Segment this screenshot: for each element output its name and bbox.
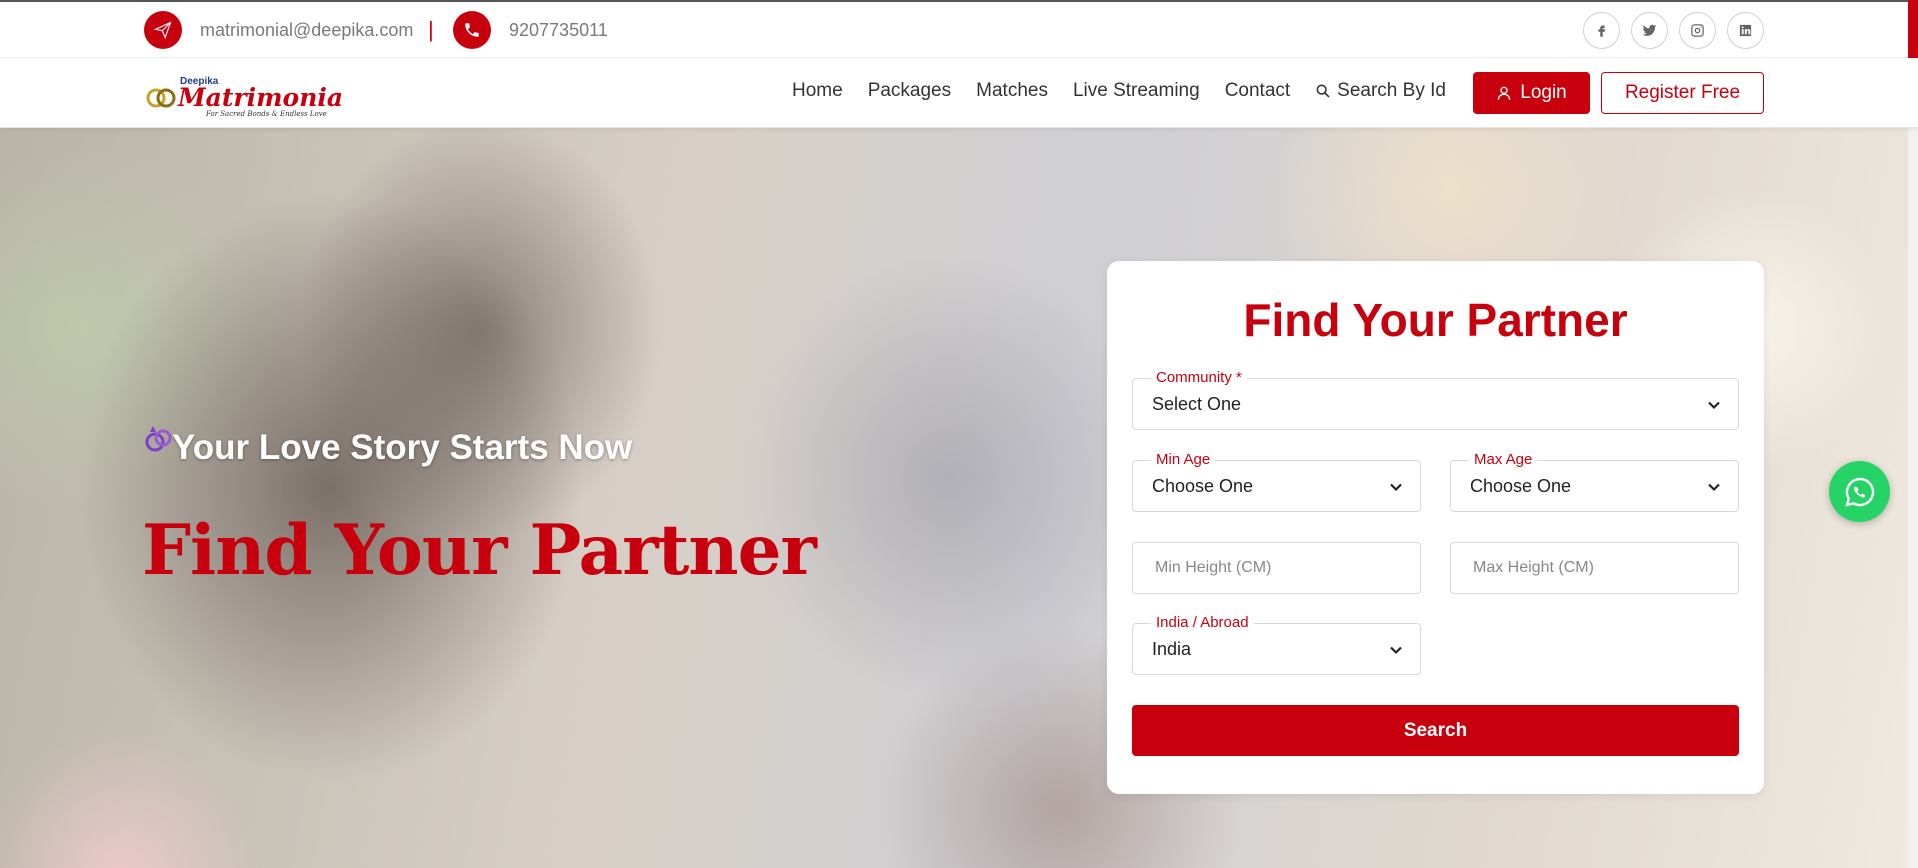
whatsapp-button[interactable] bbox=[1829, 461, 1890, 522]
phone-text[interactable]: 9207735011 bbox=[509, 20, 608, 41]
page: matrimonial@deepika.com | 9207735011 Dee… bbox=[0, 0, 1918, 868]
logo-name-text: Matrimonial bbox=[177, 83, 344, 112]
nav-links: Home Packages Matches Live Streaming Con… bbox=[792, 80, 1471, 102]
chevron-down-icon bbox=[1390, 646, 1402, 655]
max-height-field[interactable] bbox=[1450, 542, 1739, 594]
top-contact-bar: matrimonial@deepika.com | 9207735011 bbox=[0, 0, 1918, 58]
register-free-button[interactable]: Register Free bbox=[1601, 72, 1764, 114]
logo-tagline-text: For Sacred Bonds & Endless Love bbox=[205, 110, 327, 118]
linkedin-icon[interactable] bbox=[1727, 12, 1764, 49]
min-age-label: Min Age bbox=[1151, 451, 1216, 468]
user-icon bbox=[1497, 86, 1511, 100]
community-select[interactable]: Community * Select One bbox=[1132, 369, 1739, 430]
min-height-field[interactable] bbox=[1132, 542, 1421, 594]
login-button[interactable]: Login bbox=[1473, 72, 1590, 114]
page-scrollbar[interactable] bbox=[1908, 0, 1918, 868]
max-height-input[interactable] bbox=[1451, 543, 1738, 593]
india-abroad-label: India / Abroad bbox=[1151, 614, 1254, 631]
whatsapp-icon bbox=[1844, 477, 1874, 507]
twitter-icon[interactable] bbox=[1631, 12, 1668, 49]
chevron-down-icon bbox=[1390, 483, 1402, 492]
max-age-label: Max Age bbox=[1469, 451, 1538, 468]
facebook-icon[interactable] bbox=[1583, 12, 1620, 49]
nav-matches[interactable]: Matches bbox=[976, 80, 1048, 102]
phone-contact[interactable]: 9207735011 bbox=[453, 11, 608, 49]
nav-packages[interactable]: Packages bbox=[868, 80, 951, 102]
max-age-value: Choose One bbox=[1470, 476, 1572, 496]
min-age-select[interactable]: Min Age Choose One bbox=[1132, 451, 1421, 512]
nav-search-by-id-label: Search By Id bbox=[1337, 80, 1446, 101]
search-icon bbox=[1316, 84, 1330, 98]
login-button-label: Login bbox=[1520, 82, 1567, 103]
paper-plane-icon bbox=[144, 11, 182, 49]
hero-title: Find Your Partner bbox=[142, 510, 817, 591]
community-value: Select One bbox=[1152, 394, 1242, 414]
nav-live-streaming[interactable]: Live Streaming bbox=[1073, 80, 1200, 102]
max-age-select[interactable]: Max Age Choose One bbox=[1450, 451, 1739, 512]
min-age-value: Choose One bbox=[1152, 476, 1254, 496]
chevron-down-icon bbox=[1708, 401, 1720, 410]
contact-separator: | bbox=[428, 17, 434, 42]
hero-tagline-text: Your Love Story Starts Now bbox=[172, 428, 633, 467]
chevron-down-icon bbox=[1708, 483, 1720, 492]
india-abroad-select[interactable]: India / Abroad India bbox=[1132, 614, 1421, 675]
partner-search-card: Find Your Partner Community * Select One… bbox=[1107, 261, 1764, 794]
india-abroad-value: India bbox=[1152, 639, 1192, 659]
hero-tagline: Your Love Story Starts Now bbox=[142, 426, 633, 468]
instagram-icon[interactable] bbox=[1679, 12, 1716, 49]
nav-search-by-id[interactable]: Search By Id bbox=[1315, 80, 1446, 102]
search-card-title: Find Your Partner bbox=[1243, 294, 1628, 346]
nav-contact[interactable]: Contact bbox=[1225, 80, 1290, 102]
email-contact[interactable]: matrimonial@deepika.com bbox=[144, 11, 413, 49]
community-label: Community * bbox=[1151, 369, 1247, 386]
social-links bbox=[1583, 12, 1764, 49]
main-navbar: Deepika Matrimonial For Sacred Bonds & E… bbox=[0, 58, 1918, 128]
deepika-matrimonial-logo[interactable]: Deepika Matrimonial For Sacred Bonds & E… bbox=[144, 70, 344, 118]
search-button[interactable]: Search bbox=[1132, 705, 1739, 756]
min-height-input[interactable] bbox=[1133, 543, 1420, 593]
phone-icon bbox=[453, 11, 491, 49]
hero-banner: Your Love Story Starts Now Find Your Par… bbox=[0, 128, 1908, 868]
rings-icon bbox=[145, 426, 172, 452]
email-text[interactable]: matrimonial@deepika.com bbox=[200, 20, 413, 41]
nav-home[interactable]: Home bbox=[792, 80, 843, 102]
